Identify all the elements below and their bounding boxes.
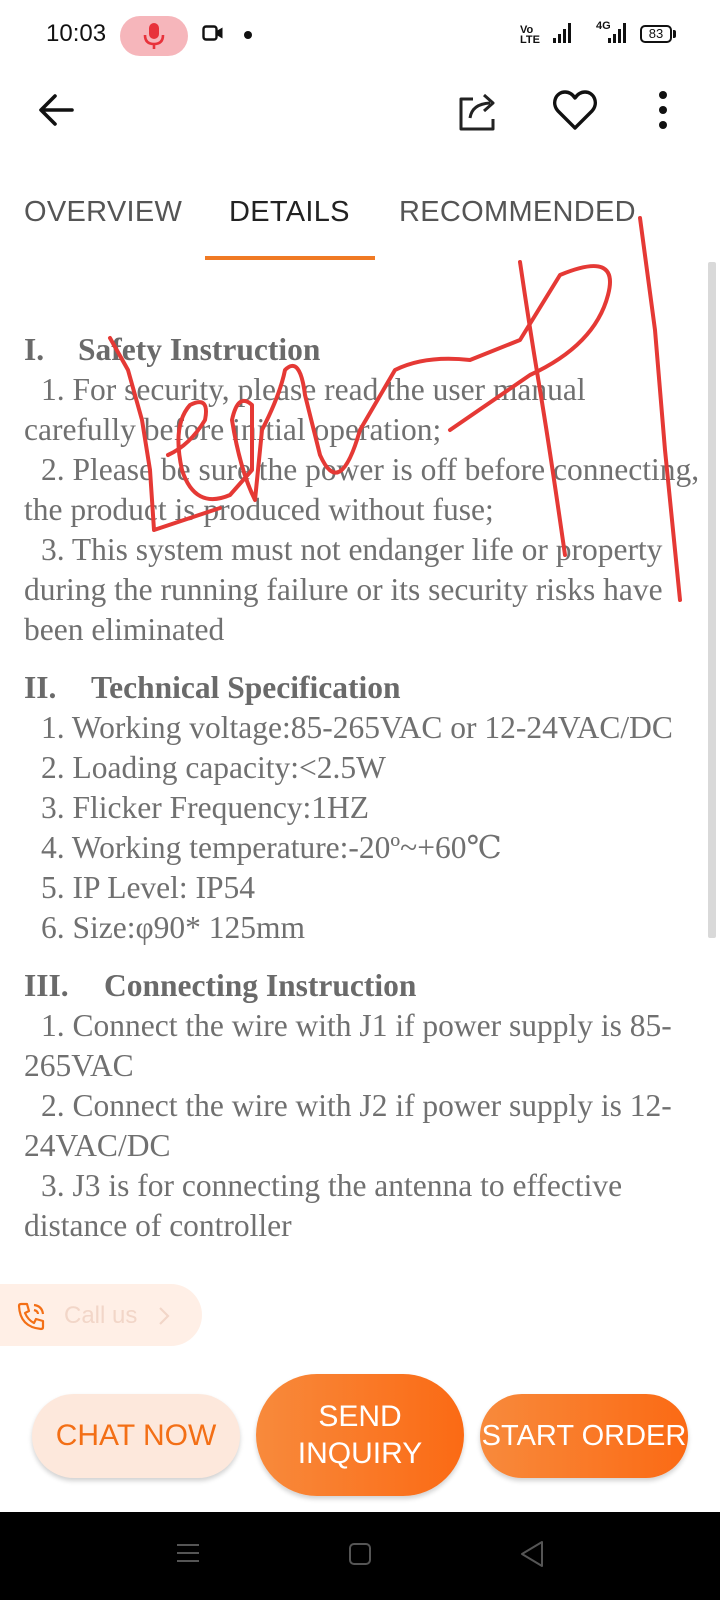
tab-details[interactable]: DETAILS	[229, 196, 350, 229]
volte-label: Vo LTE	[520, 24, 540, 46]
list-item: 2. Connect the wire with J2 if power sup…	[24, 1088, 672, 1163]
battery-icon: 83	[640, 25, 672, 43]
list-item: 3. J3 is for connecting the antenna to e…	[24, 1168, 623, 1243]
list-item: 2. Loading capacity:<2.5W	[41, 750, 386, 785]
share-icon	[459, 93, 495, 131]
scrollbar[interactable]	[708, 262, 716, 938]
list-item: 1. Connect the wire with J1 if power sup…	[24, 1008, 672, 1083]
heart-icon	[553, 90, 597, 130]
chat-now-button[interactable]: CHAT NOW	[32, 1394, 240, 1478]
share-button[interactable]	[458, 88, 502, 132]
list-item: 6. Size:φ90* 125mm	[41, 910, 306, 945]
list-item: 3. Flicker Frequency:1HZ	[41, 790, 370, 825]
signal-bars-icon	[608, 23, 626, 43]
status-time: 10:03	[46, 20, 107, 47]
home-button-icon[interactable]	[348, 1542, 372, 1566]
battery-cap	[673, 30, 676, 38]
signal-bars-icon	[553, 23, 571, 43]
favorite-button[interactable]	[552, 88, 598, 132]
section-title: II. Technical Specification	[24, 668, 704, 708]
section-heading: Safety Instruction	[78, 332, 321, 367]
more-vert-icon	[659, 91, 667, 129]
list-item: 5. IP Level: IP54	[41, 870, 256, 905]
list-item: 4. Working temperature:-20º~+60℃	[41, 830, 502, 865]
section-title: III. Connecting Instruction	[24, 966, 704, 1006]
back-arrow-icon	[39, 94, 74, 126]
recents-menu-icon[interactable]	[176, 1542, 200, 1564]
microphone-icon	[143, 23, 165, 49]
back-button[interactable]	[36, 88, 76, 132]
section-number: I.	[24, 332, 45, 367]
phone-call-icon	[17, 1302, 45, 1331]
back-triangle-icon[interactable]	[520, 1540, 544, 1568]
tab-recommended[interactable]: RECOMMENDED	[399, 196, 636, 229]
details-content: I. Safety Instruction 1. For security, pl…	[24, 330, 704, 1246]
active-tab-indicator	[205, 256, 375, 260]
section-heading: Technical Specification	[91, 670, 401, 705]
video-camera-icon	[202, 25, 223, 41]
section-number: II.	[24, 670, 57, 705]
more-options-button[interactable]	[655, 88, 671, 132]
section-number: III.	[24, 968, 69, 1003]
list-item: 3. This system must not endanger life or…	[24, 532, 663, 647]
status-bar: 10:03 Vo LTE 4G 83	[0, 0, 720, 72]
chevron-right-icon	[159, 1307, 170, 1325]
mic-active-indicator	[120, 16, 188, 56]
notification-dot-icon	[244, 31, 252, 39]
system-navigation-bar	[0, 1512, 720, 1600]
section-title: I. Safety Instruction	[24, 330, 704, 370]
battery-level: 83	[648, 26, 664, 41]
list-item: 1. For security, please read the user ma…	[24, 372, 586, 447]
send-inquiry-button[interactable]: SEND INQUIRY	[256, 1374, 464, 1496]
start-order-button[interactable]: START ORDER	[480, 1394, 688, 1478]
list-item: 1. Working voltage:85-265VAC or 12-24VAC…	[41, 710, 673, 745]
tab-overview[interactable]: OVERVIEW	[24, 196, 182, 229]
section-heading: Connecting Instruction	[104, 968, 417, 1003]
call-us-label: Call us	[64, 1302, 138, 1329]
list-item: 2. Please be sure the power is off befor…	[24, 452, 700, 527]
call-us-button[interactable]: Call us	[0, 1284, 202, 1346]
